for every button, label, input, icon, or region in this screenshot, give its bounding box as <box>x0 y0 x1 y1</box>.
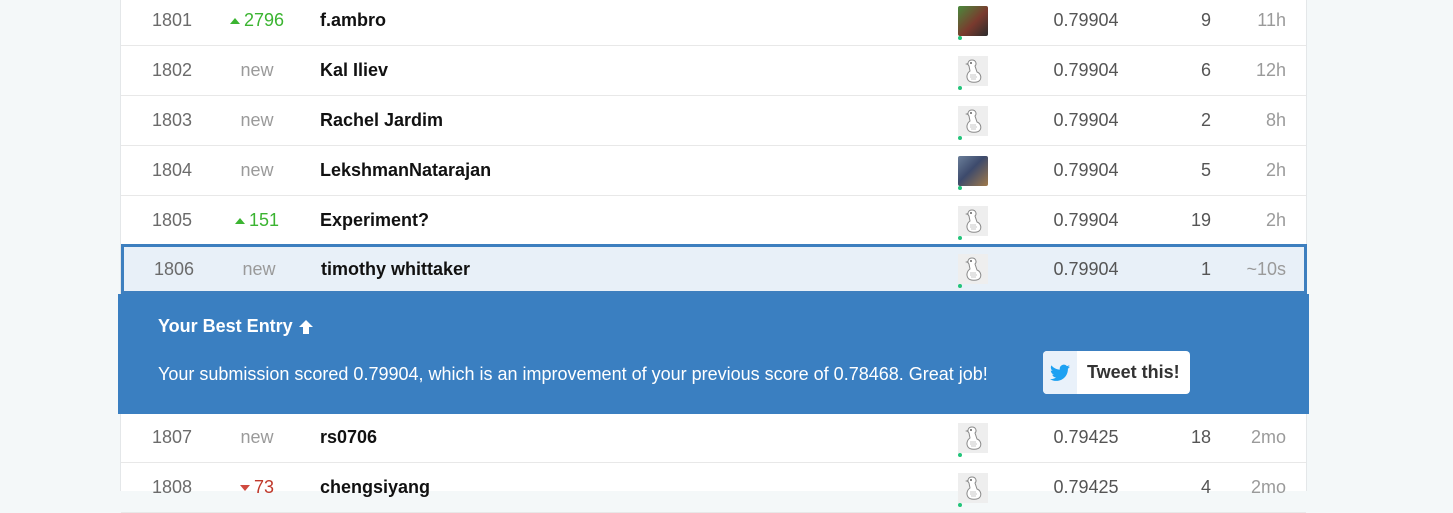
rank-change-value: 73 <box>253 477 275 497</box>
rank-cell: 1801 <box>151 10 193 30</box>
table-row[interactable]: 1803 new Rachel Jardim 0.79904 2 8h <box>121 96 1306 146</box>
online-dot <box>958 235 962 240</box>
avatar-cell[interactable] <box>956 413 990 462</box>
banner-message: Your submission scored 0.79904, which is… <box>158 364 988 384</box>
table-row[interactable]: 1802 new Kal Iliev 0.79904 6 12h <box>121 46 1306 96</box>
rank-change: new <box>240 60 274 80</box>
entries-cell: 6 <box>1200 60 1211 80</box>
last-submission-cell: 2h <box>1265 160 1286 180</box>
last-submission-cell: 2mo <box>1250 427 1286 447</box>
rank-cell: 1806 <box>153 258 195 279</box>
leaderboard: 1801 2796 f.ambro 0.79904 9 11h 1802 new… <box>120 0 1307 513</box>
table-row[interactable]: 1808 73 chengsiyang 0.79425 4 2mo <box>121 463 1306 513</box>
team-name[interactable]: timothy whittaker <box>321 247 921 291</box>
entries-cell: 5 <box>1200 160 1211 180</box>
rank-cell: 1802 <box>151 60 193 80</box>
rank-change-value: 2796 <box>243 10 285 30</box>
score-cell: 0.79904 <box>1053 160 1119 180</box>
banner-title: Your Best Entry <box>158 316 314 337</box>
score-cell: 0.79904 <box>1053 210 1119 230</box>
avatar-cell[interactable] <box>956 46 990 95</box>
avatar[interactable] <box>958 155 988 190</box>
rank-cell: 1808 <box>151 477 193 497</box>
online-dot <box>958 185 962 190</box>
banner-title-text: Your Best Entry <box>158 316 293 336</box>
twitter-icon <box>1043 351 1077 394</box>
tweet-button-label: Tweet this! <box>1087 362 1180 382</box>
rank-change: new <box>240 160 274 180</box>
entries-cell: 18 <box>1190 427 1211 447</box>
last-submission-cell: 2h <box>1265 210 1286 230</box>
avatar-cell[interactable] <box>956 96 990 145</box>
score-cell: 0.79904 <box>1053 60 1119 80</box>
score-cell: 0.79904 <box>1053 258 1119 279</box>
last-submission-cell: 8h <box>1265 110 1286 130</box>
avatar-cell[interactable] <box>956 463 990 512</box>
table-row[interactable]: 1801 2796 f.ambro 0.79904 9 11h <box>121 0 1306 46</box>
entries-cell: 2 <box>1200 110 1211 130</box>
online-dot <box>958 85 962 90</box>
avatar[interactable] <box>958 5 988 40</box>
entries-cell: 19 <box>1190 210 1211 230</box>
avatar-cell[interactable] <box>956 146 990 195</box>
online-dot <box>958 502 962 507</box>
last-submission-cell: 2mo <box>1250 477 1286 497</box>
entries-cell: 1 <box>1200 258 1211 279</box>
score-cell: 0.79904 <box>1053 10 1119 30</box>
rank-change: 2796 <box>223 0 291 45</box>
team-name[interactable]: f.ambro <box>320 0 920 45</box>
score-cell: 0.79425 <box>1053 477 1119 497</box>
team-name[interactable]: chengsiyang <box>320 463 920 512</box>
arrow-up-icon <box>229 17 240 24</box>
entries-cell: 9 <box>1200 10 1211 30</box>
goose-icon[interactable] <box>958 422 988 457</box>
last-submission-cell: 11h <box>1257 10 1286 30</box>
online-dot <box>958 35 962 40</box>
goose-icon[interactable] <box>958 472 988 507</box>
goose-icon[interactable] <box>958 254 988 288</box>
arrow-up-icon <box>234 217 245 224</box>
last-submission-cell: 12h <box>1255 60 1286 80</box>
rank-change: new <box>240 427 274 447</box>
team-name[interactable]: rs0706 <box>320 413 920 462</box>
avatar-cell[interactable] <box>956 196 990 245</box>
rank-cell: 1803 <box>151 110 193 130</box>
avatar-cell[interactable] <box>956 247 990 291</box>
rank-cell: 1804 <box>151 160 193 180</box>
table-row[interactable]: 1807 new rs0706 0.79425 18 2mo <box>121 413 1306 463</box>
arrow-up-icon <box>298 319 313 334</box>
rank-change: 151 <box>223 196 291 245</box>
online-dot <box>958 135 962 140</box>
online-dot <box>958 284 962 288</box>
tweet-button[interactable]: Tweet this! <box>1043 351 1190 394</box>
best-entry-banner: Your Best Entry Your submission scored 0… <box>118 294 1309 414</box>
team-name[interactable]: Experiment? <box>320 196 920 245</box>
goose-icon[interactable] <box>958 105 988 140</box>
table-row[interactable]: 1804 new LekshmanNatarajan 0.79904 5 2h <box>121 146 1306 196</box>
entries-cell: 4 <box>1200 477 1211 497</box>
team-name[interactable]: Rachel Jardim <box>320 96 920 145</box>
rank-cell: 1805 <box>151 210 193 230</box>
rank-cell: 1807 <box>151 427 193 447</box>
team-name[interactable]: LekshmanNatarajan <box>320 146 920 195</box>
table-row[interactable]: 1805 151 Experiment? 0.79904 19 2h <box>121 196 1306 246</box>
rank-change: 73 <box>223 463 291 512</box>
rank-change: new <box>242 258 276 279</box>
score-cell: 0.79425 <box>1053 427 1119 447</box>
team-name[interactable]: Kal Iliev <box>320 46 920 95</box>
goose-icon[interactable] <box>958 205 988 240</box>
goose-icon[interactable] <box>958 55 988 90</box>
rank-change: new <box>240 110 274 130</box>
online-dot <box>958 452 962 457</box>
last-submission-cell: ~10s <box>1246 258 1286 279</box>
table-row-current-user[interactable]: 1806 new timothy whittaker 0.79904 1 ~10… <box>121 244 1307 294</box>
score-cell: 0.79904 <box>1053 110 1119 130</box>
arrow-down-icon <box>239 484 250 491</box>
rank-change-value: 151 <box>248 210 280 230</box>
avatar-cell[interactable] <box>956 0 990 45</box>
